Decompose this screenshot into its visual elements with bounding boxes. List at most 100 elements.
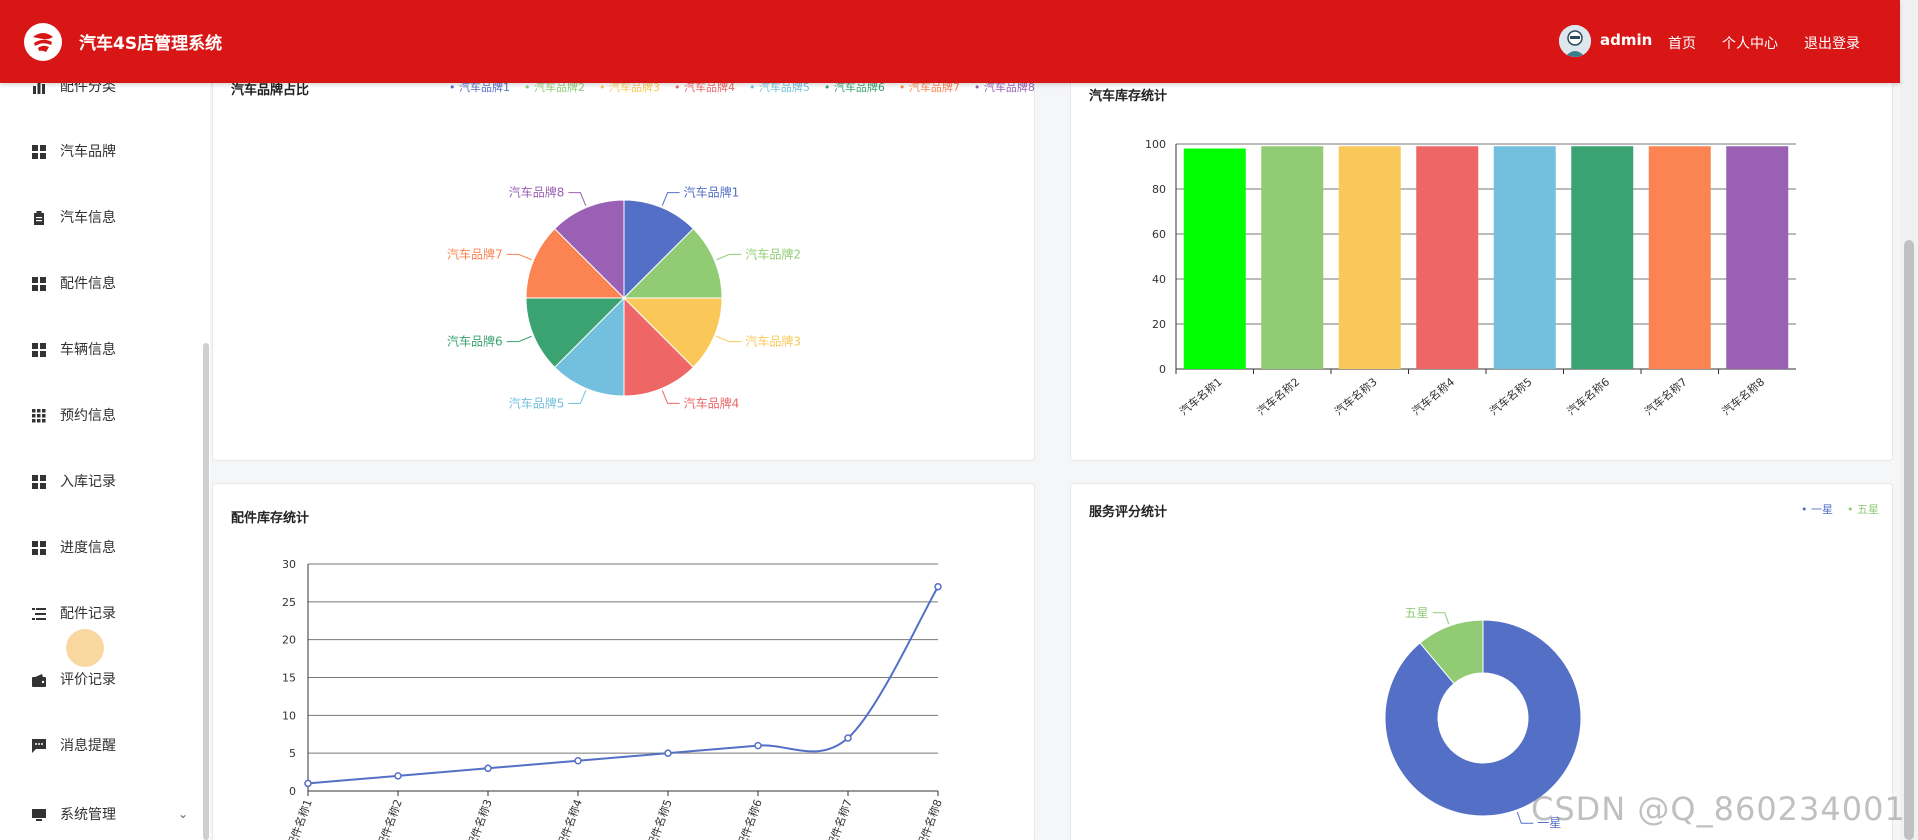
pie-label: 汽车品牌5 xyxy=(509,395,565,410)
sidebar-item-label: 入库记录 xyxy=(60,474,116,490)
grid-icon xyxy=(32,276,46,291)
line-point xyxy=(484,764,492,773)
x-tick-label: 汽车名称4 xyxy=(1409,375,1457,419)
sidebar-item-4[interactable]: 配件信息 xyxy=(0,263,200,303)
y-tick-label: 30 xyxy=(282,558,296,571)
line-point xyxy=(844,734,852,742)
sidebar-item-label: 配件记录 xyxy=(60,606,116,622)
clipboard-icon xyxy=(32,210,46,225)
sidebar-item-label: 评价记录 xyxy=(60,672,116,688)
apps-icon xyxy=(32,408,46,423)
line-point xyxy=(754,741,762,750)
x-tick-label: 汽车名称8 xyxy=(1719,375,1767,419)
x-tick-label: 汽车名称6 xyxy=(1564,375,1612,419)
x-tick-label: 配件名称1 xyxy=(284,797,315,840)
list-icon xyxy=(32,606,46,620)
wallet-icon xyxy=(32,672,46,687)
sidebar-scrollbar[interactable] xyxy=(203,343,209,840)
line-point xyxy=(934,582,942,591)
y-tick-label: 40 xyxy=(1152,273,1166,286)
brand-share-card: 汽车品牌占比 • 汽车品牌1 • 汽车品牌2 • 汽车品牌3 • 汽车品牌4 • 汽车品… xyxy=(212,66,1035,461)
y-tick-label: 25 xyxy=(282,596,296,609)
message-icon xyxy=(32,738,46,753)
line-point xyxy=(574,756,582,765)
sidebar-item-9[interactable]: 配件记录 xyxy=(0,593,200,633)
pie-label: 汽车品牌1 xyxy=(684,185,740,200)
car-stock-card: 汽车库存统计 0 20 40 60 80 100 汽车名称1 汽车名称2 汽车名称3 汽车名称4 汽… xyxy=(1070,66,1893,461)
y-tick-label: 100 xyxy=(1145,138,1166,151)
x-tick-label: 配件名称4 xyxy=(554,797,585,840)
pie-label: 汽车品牌8 xyxy=(509,185,565,200)
sidebar-item-12[interactable]: 系统管理 ⌄ xyxy=(0,794,200,834)
x-tick-label: 汽车名称1 xyxy=(1177,375,1225,419)
brand-share-pie-chart: 汽车品牌1 汽车品牌2 汽车品牌3 汽车品牌4 汽车品牌5 汽车品牌6 汽车品牌7 汽车品牌8 xyxy=(447,185,801,411)
pie-leader-line xyxy=(506,253,532,261)
sidebar-item-label: 配件信息 xyxy=(60,276,116,292)
grid-icon xyxy=(32,144,46,159)
service-rating-card: 服务评分统计 • 一星 • 五星 一星 五星 xyxy=(1070,483,1893,840)
bar xyxy=(1493,146,1556,369)
chevron-down-icon[interactable]: ⌄ xyxy=(178,807,188,821)
top-header: 汽车4S店管理系统 admin 首页 个人中心 退出登录 xyxy=(0,0,1900,83)
y-tick-label: 60 xyxy=(1152,228,1166,241)
sidebar-item-label: 进度信息 xyxy=(60,540,116,556)
bar xyxy=(1261,146,1324,369)
page-scrollbar-thumb[interactable] xyxy=(1904,240,1914,840)
pie-leader-line xyxy=(716,335,742,343)
nav-logout-link[interactable]: 退出登录 xyxy=(1804,33,1860,53)
sidebar-item-8[interactable]: 进度信息 xyxy=(0,527,200,567)
bar xyxy=(1648,146,1711,369)
line-point xyxy=(664,749,672,757)
grid-icon xyxy=(32,474,46,489)
sidebar-item-label: 消息提醒 xyxy=(60,738,116,754)
sidebar-item-5[interactable]: 车辆信息 xyxy=(0,329,200,369)
pie-leader-line xyxy=(568,192,587,206)
sidebar-item-10[interactable]: 评价记录 xyxy=(0,659,200,699)
bar xyxy=(1571,146,1634,369)
pie-label: 汽车品牌7 xyxy=(447,246,503,261)
app-logo xyxy=(24,23,62,61)
username: admin xyxy=(1600,31,1653,49)
pie-leader-line xyxy=(661,192,680,206)
line-point xyxy=(304,779,312,788)
x-tick-label: 配件名称7 xyxy=(824,797,855,840)
series-line xyxy=(307,586,939,785)
sidebar-item-7[interactable]: 入库记录 xyxy=(0,461,200,501)
x-tick-label: 配件名称8 xyxy=(914,797,945,840)
page-scrollbar[interactable] xyxy=(1900,0,1918,840)
y-tick-label: 80 xyxy=(1152,183,1166,196)
parts-stock-line-chart: 0 5 10 15 20 25 30 配件名称1 配件名称2 配件名称3 配件名称4 配件名称5 配件名… xyxy=(282,558,945,840)
watermark-text: CSDN @Q_860234001 xyxy=(1531,790,1906,828)
pie-leader-line xyxy=(1432,612,1450,625)
bar xyxy=(1726,146,1789,369)
pie-label: 汽车品牌4 xyxy=(684,395,740,410)
car-stock-bar-chart: 0 20 40 60 80 100 汽车名称1 汽车名称2 汽车名称3 汽车名称4 汽车名称5 汽车名… xyxy=(1145,138,1796,419)
sidebar-item-6[interactable]: 预约信息 xyxy=(0,395,200,435)
grid-icon xyxy=(32,342,46,357)
parts-stock-card: 配件库存统计 0 5 10 15 20 25 30 配件名称1 配件名称2 配件名称3 配件名称4 配… xyxy=(212,483,1035,840)
nav-profile-link[interactable]: 个人中心 xyxy=(1722,33,1778,53)
y-tick-label: 10 xyxy=(282,709,296,722)
pie-leader-line xyxy=(506,335,532,343)
x-tick-label: 汽车名称3 xyxy=(1332,375,1380,419)
x-tick-label: 汽车名称7 xyxy=(1642,375,1690,419)
sidebar-item-label: 车辆信息 xyxy=(60,342,116,358)
bar xyxy=(1338,146,1401,369)
y-tick-label: 0 xyxy=(289,785,296,798)
y-tick-label: 15 xyxy=(282,672,296,685)
y-tick-label: 0 xyxy=(1159,363,1166,376)
sidebar-item-2[interactable]: 汽车品牌 xyxy=(0,131,200,171)
nav-home-link[interactable]: 首页 xyxy=(1668,33,1696,53)
sidebar-item-3[interactable]: 汽车信息 xyxy=(0,197,200,237)
service-rating-donut-chart: 一星五星 xyxy=(1384,606,1582,830)
user-avatar[interactable] xyxy=(1559,25,1591,57)
pie-leader-line xyxy=(661,390,680,404)
line-point xyxy=(394,772,402,780)
pie-label: 汽车品牌2 xyxy=(745,246,801,261)
x-tick-label: 汽车名称2 xyxy=(1254,375,1302,419)
mouse-cursor-highlight xyxy=(66,629,104,667)
sidebar-item-11[interactable]: 消息提醒 xyxy=(0,725,200,765)
bar xyxy=(1183,148,1246,369)
grid-icon xyxy=(32,540,46,555)
pie-leader-line xyxy=(716,253,742,261)
